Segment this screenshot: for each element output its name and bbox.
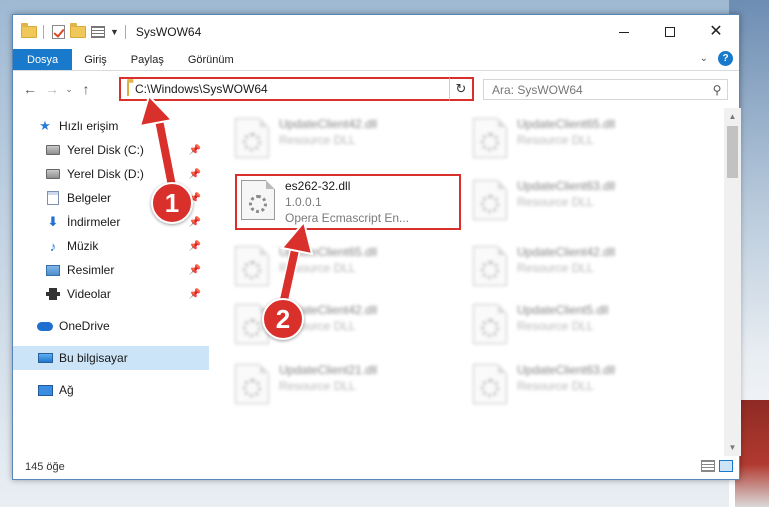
annotation-arrowhead-1 bbox=[138, 94, 175, 128]
annotation-arrows bbox=[138, 94, 314, 306]
callout-step-2: 2 bbox=[262, 298, 304, 340]
annotation-arrow-2-fill bbox=[280, 249, 299, 301]
annotation-arrowhead-2 bbox=[280, 219, 314, 256]
callout-step-1: 1 bbox=[151, 182, 193, 224]
